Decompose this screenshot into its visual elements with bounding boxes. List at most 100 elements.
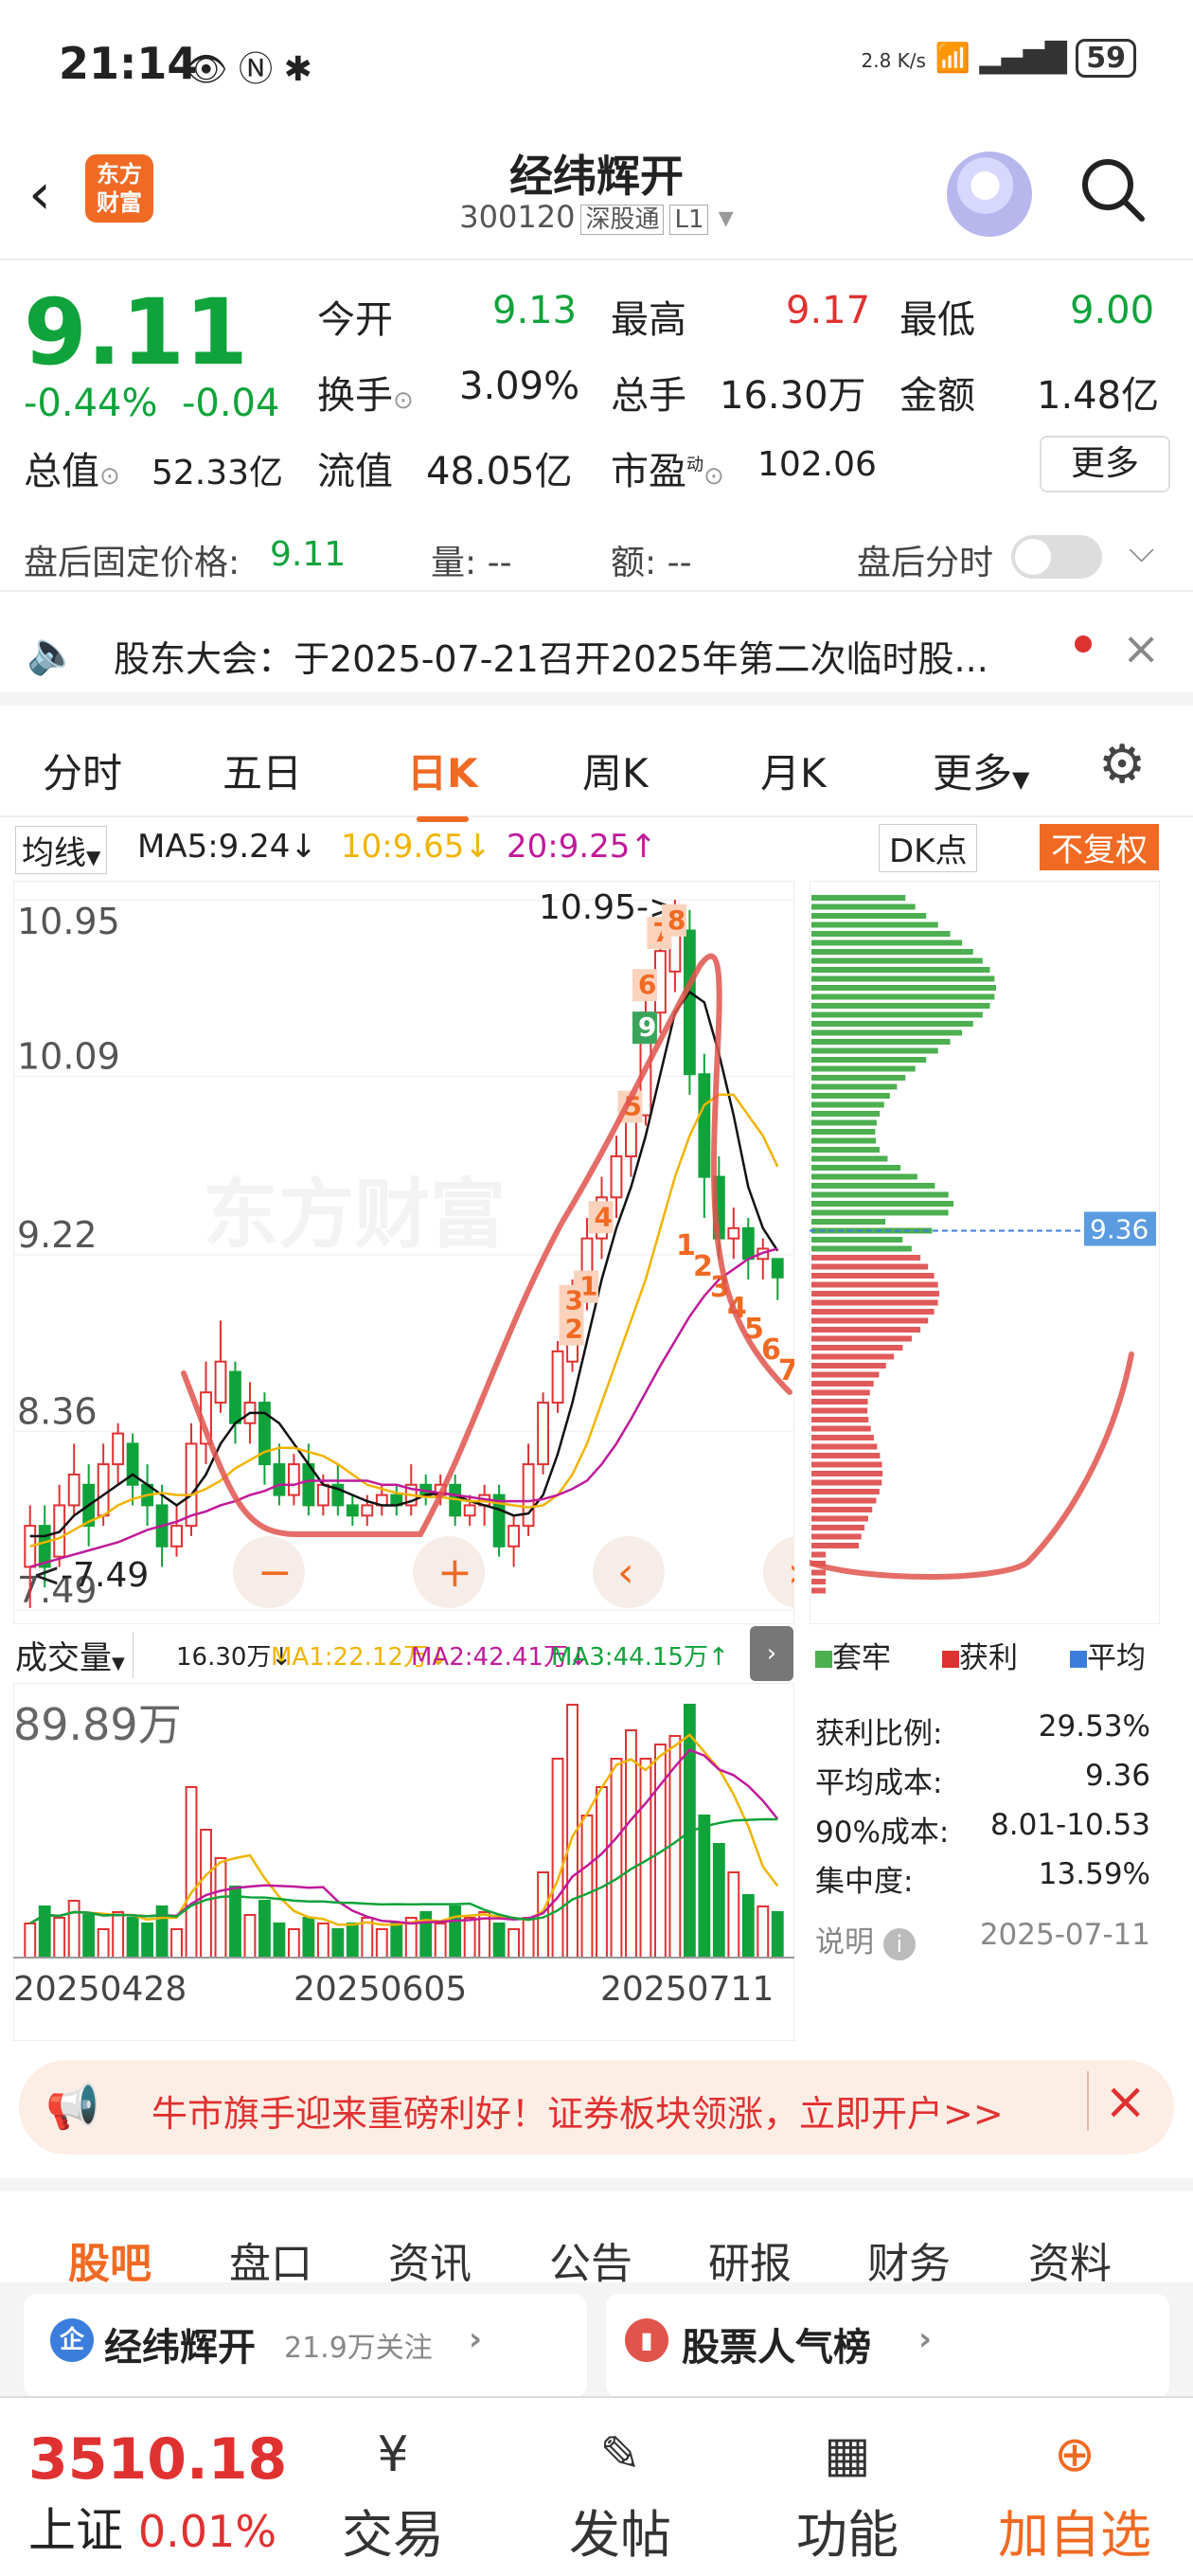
nav-functions[interactable]: ▦ 功能: [753, 2417, 942, 2567]
nav-add-watchlist[interactable]: ⊕ 加自选: [980, 2417, 1169, 2567]
tab-announcements[interactable]: 公告: [549, 2229, 632, 2290]
after-hours-toggle[interactable]: [1011, 535, 1102, 579]
after-hours-toggle-label: 盘后分时: [857, 544, 994, 582]
x-tick-1: 20250605: [294, 1970, 468, 2009]
volume-bar: [449, 1905, 462, 1959]
note-link[interactable]: 说明 i: [815, 1918, 916, 1960]
chip-bar: [811, 1047, 938, 1054]
promo-banner[interactable]: 📢 牛市旗手迎来重磅利好！证券板块领涨，立即开户>> ×: [19, 2060, 1174, 2155]
chip-bar: [811, 903, 916, 910]
cost90-value: 8.01-10.53: [990, 1808, 1150, 1842]
tab-weekly-k[interactable]: 周K: [582, 742, 649, 799]
chip-bar: [811, 1111, 881, 1117]
dropdown-icon[interactable]: ▾: [719, 199, 734, 235]
vol-ma3: MA3:44.15万↑: [551, 1643, 729, 1672]
nav-trade-label: 交易: [342, 2505, 444, 2565]
x-tick-0: 20250428: [13, 1970, 187, 2009]
signal-marker: 9: [638, 1011, 656, 1043]
guba-card[interactable]: 企 经纬辉开 21.9万关注 ›: [24, 2294, 587, 2398]
amount-label: 金额: [899, 374, 975, 418]
adjust-mode-button[interactable]: 不复权: [1040, 824, 1159, 870]
tab-finance[interactable]: 财务: [867, 2229, 951, 2290]
battery-level: 59: [1086, 42, 1126, 75]
ma20-value: 20:9.25↑: [507, 828, 657, 866]
info-icon[interactable]: ⊙: [703, 462, 724, 491]
chip-info-panel: 套牢 获利 平均 获利比例: 29.53% 平均成本: 9.36 90%成本: …: [810, 1624, 1169, 2041]
close-icon[interactable]: ×: [1087, 2071, 1147, 2131]
assistant-robot-icon[interactable]: [947, 152, 1032, 237]
index-quote[interactable]: 3510.18 上证 0.01%: [28, 2426, 287, 2561]
chip-bar: [811, 975, 995, 982]
chip-bar: [811, 1129, 876, 1135]
volume-bar: [243, 1914, 257, 1959]
candle-body: [610, 1154, 623, 1199]
tab-news[interactable]: 资讯: [388, 2229, 472, 2290]
battery-icon: 59: [1076, 39, 1136, 78]
volume-bar: [141, 1923, 154, 1959]
tab-profile[interactable]: 资料: [1028, 2229, 1112, 2290]
more-button[interactable]: 更多: [1040, 436, 1170, 492]
dk-point-button[interactable]: DK点: [879, 824, 978, 872]
info-icon[interactable]: ⊙: [393, 386, 414, 415]
wifi-icon: 📶: [935, 42, 970, 75]
volume-bar: [596, 1786, 608, 1959]
tab-guba[interactable]: 股吧: [68, 2229, 151, 2309]
chip-bar: [811, 1363, 886, 1368]
chip-distribution-chart[interactable]: 9.36: [810, 881, 1160, 1624]
caret-down-icon: ▼: [1012, 766, 1030, 793]
volume-bar: [273, 1923, 286, 1959]
chip-bar: [811, 1425, 871, 1432]
volume-bar: [757, 1905, 770, 1959]
tab-daily-k[interactable]: 日K: [407, 742, 478, 822]
search-icon[interactable]: [1079, 156, 1146, 223]
candle-body: [537, 1402, 549, 1466]
chip-bar: [811, 1417, 869, 1422]
guba-followers: 21.9万关注: [284, 2332, 433, 2365]
tab-pankou[interactable]: 盘口: [229, 2229, 312, 2290]
candle-body: [463, 1504, 476, 1517]
chip-bar: [811, 1075, 906, 1081]
level-tag: L1: [669, 205, 709, 235]
tab-five-day[interactable]: 五日: [223, 742, 302, 799]
candle-body: [507, 1525, 521, 1547]
zoom-out-button-glyph: −: [258, 1548, 293, 1597]
volume-label: 总手: [611, 374, 686, 418]
tab-more[interactable]: 更多▼: [933, 742, 1029, 799]
tab-intraday[interactable]: 分时: [43, 742, 122, 799]
amount-value: 1.48亿: [1037, 374, 1160, 418]
gear-icon[interactable]: ⚙: [1098, 734, 1146, 796]
collapse-arrow-icon[interactable]: ›: [750, 1626, 793, 1681]
chip-bar: [811, 1317, 929, 1324]
legend-trap: 套牢: [815, 1634, 891, 1676]
chip-bar: [811, 1173, 917, 1180]
popularity-card[interactable]: ▮ 股票人气榜 ›: [606, 2294, 1169, 2398]
chevron-down-icon[interactable]: ⌵: [1129, 531, 1154, 571]
chip-bar: [811, 1083, 898, 1090]
chip-bar: [811, 1543, 860, 1548]
chip-bar: [811, 1137, 877, 1144]
ma-selector[interactable]: 均线▼: [15, 826, 108, 874]
turnover-label-text: 换手: [317, 374, 393, 418]
chip-bar: [811, 1273, 935, 1279]
legend-trap-label: 套牢: [832, 1641, 891, 1675]
chip-bar: [811, 1299, 938, 1306]
volume-bar: [712, 1843, 725, 1959]
tab-monthly-k[interactable]: 月K: [760, 742, 827, 799]
close-icon[interactable]: ×: [1122, 622, 1160, 675]
tab-research[interactable]: 研报: [708, 2229, 792, 2290]
nav-trade[interactable]: ¥ 交易: [298, 2417, 488, 2567]
float-label: 流值: [317, 450, 393, 493]
grid-icon: ▦: [824, 2426, 871, 2483]
nav-post[interactable]: ✎ 发帖: [525, 2417, 715, 2567]
chip-bar: [811, 1533, 862, 1540]
chip-bar: [811, 985, 996, 991]
candle-body: [741, 1226, 755, 1261]
bar-chart-icon: ▮: [625, 2318, 668, 2362]
candle-body: [727, 1226, 740, 1240]
index-value: 3510.18: [28, 2426, 288, 2493]
notice-bar[interactable]: 🔈 股东大会：于2025-07-21召开2025年第二次临时股... ×: [0, 601, 1193, 706]
info-icon[interactable]: ⊙: [99, 462, 120, 491]
kline-chart[interactable]: 10.9510.099.228.367.49 东方财富 10.95-><-7.4…: [13, 881, 794, 1624]
volume-bar: [492, 1923, 506, 1959]
volume-selector[interactable]: 成交量▼: [15, 1632, 134, 1678]
